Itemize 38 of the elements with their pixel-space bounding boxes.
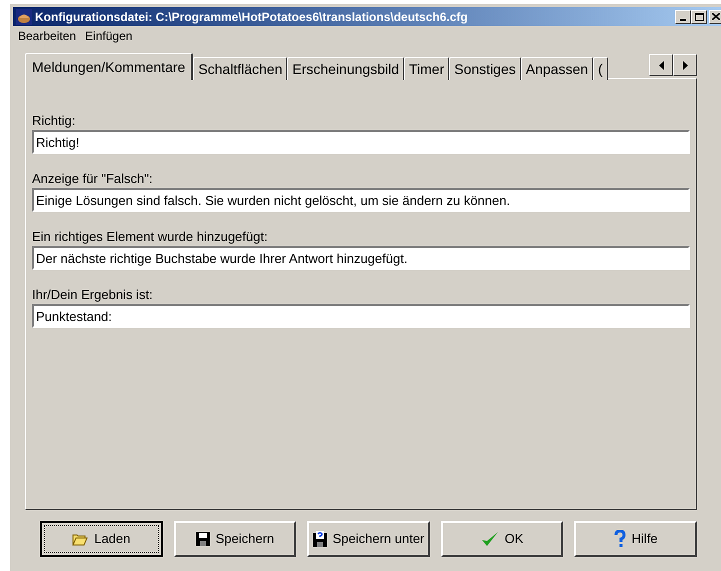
- menu-item[interactable]: Bearbeiten: [18, 27, 76, 45]
- text-field[interactable]: Einige Lösungen sind falsch. Sie wurden nicht gelöscht, um sie ändern zu können.: [32, 188, 690, 212]
- tab[interactable]: Anpassen: [520, 57, 594, 80]
- field-label: Richtig:: [32, 113, 76, 129]
- text-field[interactable]: Richtig!: [32, 130, 690, 154]
- close-icon: [712, 13, 720, 20]
- help-button[interactable]: Hilfe: [574, 521, 697, 557]
- tab[interactable]: Schaltflächen: [193, 57, 288, 80]
- tab[interactable]: Meldungen/Kommentare: [25, 53, 194, 80]
- right-arrow-icon: [682, 60, 688, 70]
- folder-icon: [72, 532, 88, 546]
- maximize-button[interactable]: [691, 10, 707, 24]
- window-title: Konfigurationsdatei: C:\Programme\HotPotatoes6\translations\deutsch6.cfg: [35, 8, 468, 26]
- scroll-right-button[interactable]: [673, 54, 697, 76]
- tab[interactable]: Erscheinungsbild: [287, 57, 404, 80]
- save-button[interactable]: Speichern: [174, 521, 296, 557]
- field-label: Anzeige für "Falsch":: [32, 171, 154, 187]
- tab[interactable]: Timer: [404, 57, 450, 80]
- left-arrow-icon: [658, 60, 664, 70]
- maximize-icon: [694, 12, 704, 20]
- field-label: Ihr/Dein Ergebnis ist:: [32, 287, 154, 303]
- minimize-icon: [680, 18, 686, 20]
- minimize-button[interactable]: [675, 10, 691, 24]
- text-field[interactable]: Punktestand:: [32, 304, 690, 328]
- checkmark-icon: [480, 531, 499, 547]
- save-as-button[interactable]: Speichern unter: [307, 521, 430, 557]
- text-field[interactable]: Der nächste richtige Buchstabe wurde Ihrer Antwort hinzugefügt.: [32, 246, 690, 270]
- menu-item[interactable]: Einfügen: [85, 27, 132, 45]
- load-button[interactable]: Laden: [40, 521, 163, 557]
- floppy-disk-question-icon: [312, 531, 327, 547]
- close-button[interactable]: [709, 10, 721, 24]
- question-mark-icon: [614, 530, 626, 548]
- tab[interactable]: Sonstiges: [449, 57, 521, 80]
- tab[interactable]: (: [593, 57, 608, 80]
- scroll-left-button[interactable]: [649, 54, 673, 76]
- ok-button[interactable]: OK: [440, 521, 564, 557]
- app-icon: [16, 8, 32, 24]
- field-label: Ein richtiges Element wurde hinzugefügt:: [32, 229, 269, 245]
